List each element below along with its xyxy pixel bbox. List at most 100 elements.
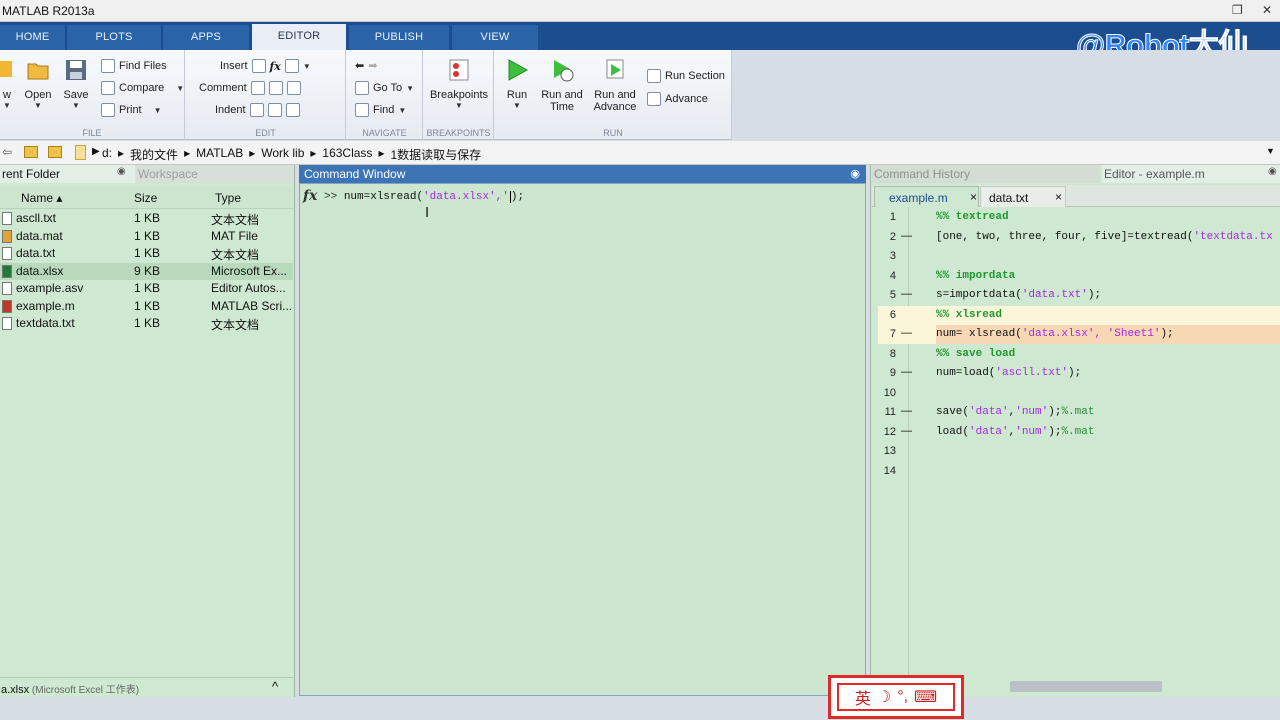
line-number[interactable]: 7: [878, 328, 896, 340]
run-and-advance-button[interactable]: Run and Advance: [592, 58, 638, 113]
line-number[interactable]: 12: [878, 426, 896, 438]
command-history-tab[interactable]: Command History: [872, 165, 1100, 183]
command-line[interactable]: >> num=xlsread('data.xlsx',');: [324, 191, 524, 203]
file-row[interactable]: example.m 1 KB MATLAB Scri...: [0, 298, 293, 315]
save-button[interactable]: Save ▼: [60, 58, 92, 110]
breadcrumb-item[interactable]: 1数据读取与保存: [390, 146, 481, 163]
restore-icon[interactable]: ❐: [1232, 3, 1243, 17]
indent-button[interactable]: Indent: [215, 103, 300, 117]
name-column-header[interactable]: Name ▴: [21, 191, 62, 205]
breakpoint-marker[interactable]: —: [901, 366, 912, 378]
punctuation-icon[interactable]: °,: [897, 688, 908, 706]
breakpoint-marker[interactable]: —: [901, 405, 912, 417]
close-tab-icon[interactable]: ×: [1055, 190, 1062, 204]
moon-icon[interactable]: ☽: [877, 687, 891, 707]
breakpoint-marker[interactable]: —: [901, 288, 912, 300]
fx-icon[interactable]: fx: [303, 188, 317, 204]
browse-folder-icon[interactable]: [48, 146, 62, 158]
new-button[interactable]: w ▼: [0, 58, 14, 110]
code-line[interactable]: 3: [878, 247, 1280, 266]
advance-button[interactable]: Advance: [647, 92, 708, 106]
back-icon[interactable]: ⇦: [2, 145, 12, 159]
breadcrumb-item[interactable]: d:: [102, 146, 112, 163]
run-and-time-button[interactable]: Run and Time: [540, 58, 584, 113]
code-line[interactable]: 9 — num=load('ascll.txt');: [878, 364, 1280, 383]
insert-button[interactable]: Insert fx ▼: [220, 59, 311, 73]
tab-home[interactable]: HOME: [0, 25, 65, 50]
editor-title[interactable]: Editor - example.m: [1102, 165, 1280, 183]
run-button[interactable]: Run ▼: [501, 58, 533, 110]
tab-view[interactable]: VIEW: [452, 25, 538, 50]
code-line[interactable]: 11 — save('data','num');%.mat: [878, 403, 1280, 422]
goto-button[interactable]: Go To ▼: [355, 81, 414, 95]
back-forward-buttons[interactable]: ⬅ ➡: [355, 59, 377, 72]
code-line[interactable]: 1 %% textread: [878, 208, 1280, 227]
editor-menu-icon[interactable]: ◉: [1268, 166, 1277, 177]
forward-arrow-icon[interactable]: ➡: [368, 59, 377, 72]
breakpoint-marker[interactable]: —: [901, 425, 912, 437]
line-number[interactable]: 13: [878, 445, 896, 457]
code-line[interactable]: 13: [878, 442, 1280, 461]
fx-icon[interactable]: fx: [270, 60, 281, 73]
file-row[interactable]: ascll.txt 1 KB 文本文档: [0, 210, 293, 227]
address-dropdown-icon[interactable]: ▼: [1266, 146, 1275, 156]
line-number[interactable]: 10: [878, 387, 896, 399]
line-number[interactable]: 4: [878, 270, 896, 282]
line-number[interactable]: 1: [878, 211, 896, 223]
close-icon[interactable]: ✕: [1262, 3, 1272, 17]
code-line[interactable]: 6 %% xlsread: [878, 305, 1280, 325]
size-column-header[interactable]: Size: [134, 191, 157, 205]
find-button[interactable]: Find ▼: [355, 103, 406, 117]
code-line[interactable]: 12 — load('data','num');%.mat: [878, 423, 1280, 442]
tab-editor[interactable]: EDITOR: [252, 24, 346, 50]
line-number[interactable]: 11: [878, 406, 896, 418]
line-number[interactable]: 6: [878, 309, 896, 321]
file-row[interactable]: data.mat 1 KB MAT File: [0, 228, 293, 245]
expand-details-icon[interactable]: ^: [272, 679, 278, 694]
close-tab-icon[interactable]: ×: [970, 190, 977, 204]
line-number[interactable]: 9: [878, 367, 896, 379]
panel-menu-icon[interactable]: ◉: [117, 166, 126, 177]
breakpoint-marker[interactable]: —: [901, 327, 912, 339]
up-folder-icon[interactable]: [24, 146, 38, 158]
tab-plots[interactable]: PLOTS: [67, 25, 161, 50]
compare-button[interactable]: Compare ▼: [101, 81, 184, 95]
command-window-menu-icon[interactable]: ◉: [850, 165, 860, 183]
code-line[interactable]: 5 — s=importdata('data.txt');: [878, 286, 1280, 305]
breadcrumb-item[interactable]: Work lib: [261, 146, 304, 163]
print-button[interactable]: Print ▼: [101, 103, 162, 117]
file-row[interactable]: textdata.txt 1 KB 文本文档: [0, 315, 293, 332]
code-line[interactable]: 7 — num= xlsread('data.xlsx', 'Sheet1');: [878, 325, 1280, 344]
file-row[interactable]: example.asv 1 KB Editor Autos...: [0, 280, 293, 297]
keyboard-icon[interactable]: ⌨: [914, 687, 937, 707]
workspace-tab[interactable]: Workspace: [136, 165, 293, 183]
run-section-button[interactable]: Run Section: [647, 69, 725, 83]
code-line[interactable]: 2 — [one, two, three, four, five]=textread…: [878, 228, 1280, 247]
breadcrumb-item[interactable]: MATLAB: [196, 146, 243, 163]
line-number[interactable]: 5: [878, 289, 896, 301]
line-number[interactable]: 3: [878, 250, 896, 262]
code-line[interactable]: 10: [878, 384, 1280, 403]
comment-button[interactable]: Comment: [199, 81, 301, 95]
editor-tab-example-m[interactable]: example.m ×: [874, 186, 979, 207]
command-window[interactable]: fx >> num=xlsread('data.xlsx','); I: [299, 183, 866, 696]
code-line[interactable]: 4 %% impordata: [878, 267, 1280, 286]
tab-apps[interactable]: APPS: [163, 25, 249, 50]
line-number[interactable]: 14: [878, 465, 896, 477]
tab-publish[interactable]: PUBLISH: [349, 25, 449, 50]
code-line[interactable]: 8 %% save load: [878, 345, 1280, 364]
ime-language-label[interactable]: 英: [855, 685, 871, 709]
open-button[interactable]: Open ▼: [22, 58, 54, 110]
breadcrumb-item[interactable]: 163Class: [322, 146, 372, 163]
editor-tab-data-txt[interactable]: data.txt ×: [980, 186, 1066, 207]
find-files-button[interactable]: Find Files: [101, 59, 167, 73]
type-column-header[interactable]: Type: [215, 191, 241, 205]
breadcrumb-item[interactable]: 我的文件: [130, 146, 178, 163]
code-line[interactable]: 14: [878, 462, 1280, 481]
line-number[interactable]: 8: [878, 348, 896, 360]
line-number[interactable]: 2: [878, 231, 896, 243]
back-arrow-icon[interactable]: ⬅: [355, 59, 364, 72]
ime-toolbar[interactable]: 英 ☽ °, ⌨: [828, 675, 964, 719]
horizontal-scrollbar[interactable]: [1010, 681, 1162, 692]
breakpoints-button[interactable]: Breakpoints ▼: [428, 58, 490, 110]
